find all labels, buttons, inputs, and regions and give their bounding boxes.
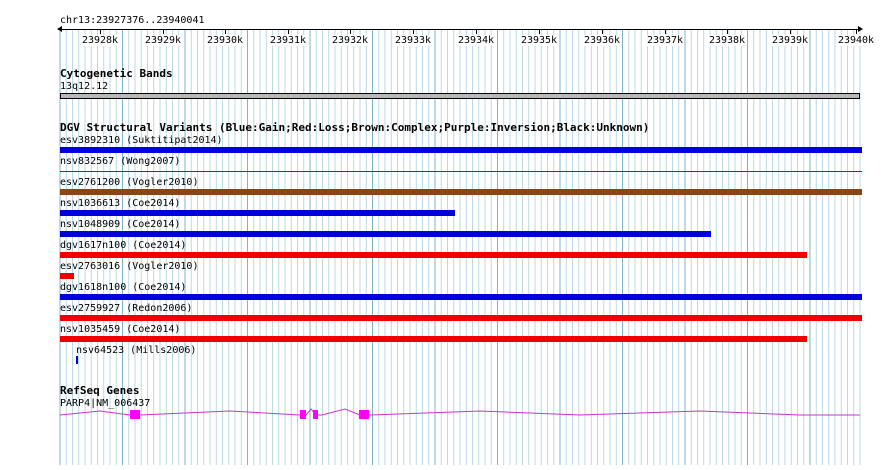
dgv-variant-bar[interactable] [60,147,862,153]
ruler-tick [350,29,351,34]
dgv-variant-bar[interactable] [60,189,862,195]
dgv-variant-label: nsv832567 (Wong2007) [60,156,181,167]
ruler-tick-label: 23937k [645,35,685,46]
ruler-tick-label: 23929k [143,35,183,46]
ruler-tick-label: 23935k [519,35,559,46]
dgv-variant-label: dgv1618n100 (Coe2014) [60,282,187,293]
refseq-track-title: RefSeq Genes [60,384,140,397]
ruler-tick [602,29,603,34]
cytoband-track-title: Cytogenetic Bands [60,67,173,80]
ruler-tick-label: 23940k [836,35,876,46]
dgv-variant-label: nsv1036613 (Coe2014) [60,198,181,209]
dgv-variant-bar[interactable] [60,294,862,300]
dgv-variant-label: esv2759927 (Redon2006) [60,303,193,314]
dgv-variant-bar[interactable] [60,315,862,321]
ruler-tick [727,29,728,34]
ruler-tick [100,29,101,34]
ruler-tick-label: 23936k [582,35,622,46]
ruler-tick-label: 23934k [456,35,496,46]
gene-intron-line [59,408,860,416]
ruler-tick-label: 23928k [80,35,120,46]
ruler-tick-label: 23938k [707,35,747,46]
dgv-variant-label: esv2763016 (Vogler2010) [60,261,199,272]
ruler-tick [539,29,540,34]
dgv-variant-bar[interactable] [76,356,78,364]
ruler-tick [288,29,289,34]
cytoband-label: 13q12.12 [60,81,109,92]
dgv-variant-label: nsv64523 (Mills2006) [76,345,197,356]
gene-exon [130,410,140,419]
ruler-tick-label: 23932k [330,35,370,46]
ruler-tick [163,29,164,34]
dgv-track-title: DGV Structural Variants (Blue:Gain;Red:L… [60,121,650,134]
gene-exon [359,410,369,419]
dgv-variant-label: dgv1617n100 (Coe2014) [60,240,187,251]
dgv-variant-bar[interactable] [60,252,807,258]
locus-label: chr13:23927376..23940041 [60,15,205,26]
dgv-variant-label: nsv1035459 (Coe2014) [60,324,181,335]
dgv-variant-label: nsv1048909 (Coe2014) [60,219,181,230]
ruler-tick-label: 23939k [770,35,810,46]
ruler-tick [476,29,477,34]
dgv-variant-bar[interactable] [60,273,74,279]
ruler-tick [665,29,666,34]
ruler-tick-label: 23933k [393,35,433,46]
gene-exon [313,410,318,419]
dgv-variant-bar[interactable] [60,231,711,237]
ruler-right-arrow [858,26,863,32]
ruler-tick [413,29,414,34]
ruler-tick-label: 23931k [268,35,308,46]
dgv-variant-bar[interactable] [60,210,455,216]
dgv-variant-bar[interactable] [60,336,807,342]
ruler-left-arrow [57,26,62,32]
dgv-variant-bar[interactable] [60,171,862,172]
gene-model-parp4[interactable] [0,405,890,425]
ruler-tick [856,29,857,34]
gene-exon [300,410,306,419]
dgv-variant-label: esv2761200 (Vogler2010) [60,177,199,188]
ruler-tick [225,29,226,34]
ruler-tick [790,29,791,34]
dgv-variant-label: esv3892310 (Suktitipat2014) [60,135,223,146]
ruler-tick-label: 23930k [205,35,245,46]
cytoband-bar[interactable] [60,93,860,99]
ruler-axis [60,29,860,30]
